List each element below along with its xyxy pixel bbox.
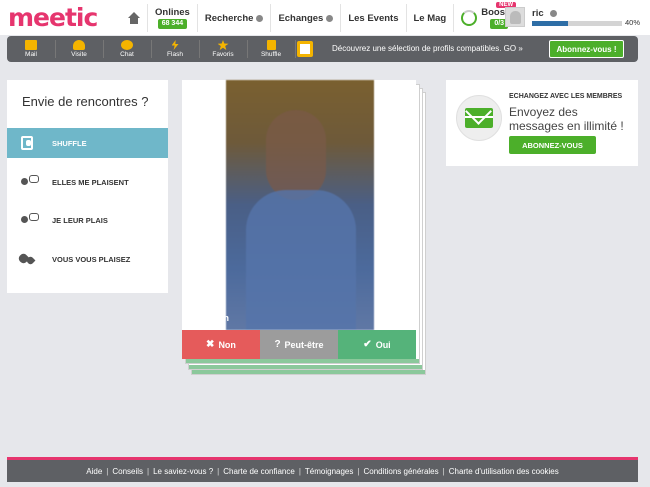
- nav-onlines[interactable]: Onlines 68 344: [147, 4, 197, 32]
- vote-no-label: Non: [218, 339, 236, 350]
- avatar[interactable]: [505, 7, 525, 27]
- vote-yes-label: Oui: [375, 339, 391, 350]
- toolbar-flash[interactable]: Flash: [151, 36, 199, 62]
- person-heart-icon: [21, 213, 39, 227]
- shuffle-icon: [266, 40, 276, 50]
- toolbar-message-link[interactable]: Découvrez une sélection de profils compa…: [332, 44, 523, 53]
- footer: Aide | Conseils | Le saviez-vous ? | Cha…: [7, 457, 638, 482]
- lightning-icon: [171, 40, 179, 50]
- toolbar-favoris[interactable]: Favoris: [199, 36, 247, 62]
- footer-link-cookies[interactable]: Charte d'utilisation des cookies: [449, 467, 559, 476]
- chat-icon: [121, 40, 133, 50]
- booster-gauge-icon: [461, 10, 478, 26]
- footer-link-temoignages[interactable]: Témoignages: [305, 467, 353, 476]
- panel-title: Envie de rencontres ?: [22, 94, 149, 109]
- menu-item-elles-me-plaisent[interactable]: ELLES ME PLAISENT: [7, 167, 168, 197]
- profile-menu[interactable]: ric 40%: [505, 7, 645, 29]
- profile-completion-text: 40%: [625, 18, 641, 27]
- mail-icon: [25, 40, 37, 50]
- toolbar-chat-label: Chat: [120, 51, 134, 58]
- footer-link-charte-confiance[interactable]: Charte de confiance: [223, 467, 295, 476]
- envelope-icon: [465, 108, 493, 128]
- menu-item-label: JE LEUR PLAIS: [52, 215, 108, 225]
- person-heart-icon: [21, 175, 39, 189]
- meetic-logo[interactable]: meetic: [8, 3, 98, 32]
- toolbar-visite-label: Visite: [71, 51, 87, 58]
- toolbar-chat[interactable]: Chat: [103, 36, 151, 62]
- home-icon: [128, 12, 140, 24]
- profile-completion-bar: [532, 21, 622, 26]
- photo-count: 4: [382, 313, 388, 323]
- vote-actions: ✖ Non ? Peut-être ✔ Oui: [182, 330, 416, 359]
- menu-item-je-leur-plais[interactable]: JE LEUR PLAIS: [7, 205, 168, 235]
- toolbar-shuffle[interactable]: Shuffle: [247, 36, 295, 62]
- nav-onlines-label: Onlines: [155, 6, 190, 18]
- chevron-down-icon: [326, 14, 334, 22]
- menu-item-vous-vous-plaisez[interactable]: VOUS VOUS PLAISEZ: [7, 244, 168, 274]
- top-header: meetic Onlines 68 344 Recherche Echanges…: [0, 0, 650, 35]
- double-heart-icon: [19, 252, 37, 266]
- nav-echanges[interactable]: Echanges: [270, 4, 340, 32]
- nav-mag-label: Le Mag: [413, 12, 447, 24]
- nav-recherche[interactable]: Recherche: [196, 4, 271, 32]
- subscribe-button[interactable]: Abonnez-vous !: [549, 40, 624, 58]
- footer-link-le-saviez-vous[interactable]: Le saviez-vous ?: [153, 467, 213, 476]
- nav-recherche-label: Recherche: [204, 12, 254, 24]
- star-icon: [217, 40, 229, 50]
- main-nav: Onlines 68 344 Recherche Echanges Les Ev…: [121, 2, 524, 32]
- vote-maybe-button[interactable]: ? Peut-être: [260, 330, 338, 359]
- toolbar-shuffle-label: Shuffle: [260, 51, 282, 58]
- nav-home[interactable]: [121, 4, 147, 32]
- toolbar-mail[interactable]: Mail: [7, 36, 55, 62]
- promo-text: Envoyez des messages en illimité !: [509, 105, 624, 133]
- rencontres-panel: Envie de rencontres ? SHUFFLE ELLES ME P…: [7, 80, 168, 293]
- profile-card[interactable]: hecatelin 4 ✖ Non ? Peut-être ✔ Oui: [182, 80, 416, 359]
- footer-link-conditions[interactable]: Conditions générales: [363, 467, 438, 476]
- chevron-down-icon[interactable]: [550, 10, 557, 17]
- toolbar-flash-label: Flash: [167, 51, 183, 58]
- menu-item-shuffle[interactable]: SHUFFLE: [7, 128, 168, 158]
- camera-icon[interactable]: [393, 311, 409, 323]
- profile-completion-fill: [532, 21, 568, 26]
- toolbar-visite[interactable]: Visite: [55, 36, 103, 62]
- onlines-count-badge: 68 344: [157, 18, 188, 29]
- chevron-down-icon: [256, 14, 264, 22]
- promo-subscribe-button[interactable]: ABONNEZ-VOUS: [509, 136, 596, 154]
- menu-item-label: ELLES ME PLAISENT: [52, 177, 129, 187]
- clipboard-icon: [297, 41, 313, 57]
- menu-item-label: SHUFFLE: [52, 138, 87, 148]
- footer-link-aide[interactable]: Aide: [86, 467, 102, 476]
- quick-toolbar: Mail Visite Chat Flash Favoris Shuffle D…: [7, 36, 638, 62]
- toolbar-favoris-label: Favoris: [212, 51, 234, 58]
- subscription-promo: ECHANGEZ AVEC LES MEMBRES Envoyez des me…: [446, 80, 638, 166]
- nav-echanges-label: Echanges: [278, 12, 324, 24]
- promo-heading: ECHANGEZ AVEC LES MEMBRES: [509, 93, 623, 100]
- profile-photo[interactable]: [226, 80, 374, 330]
- username[interactable]: ric: [532, 8, 544, 19]
- vote-maybe-label: Peut-être: [284, 339, 324, 350]
- nav-mag[interactable]: Le Mag: [405, 4, 454, 32]
- cards-icon: [21, 136, 33, 150]
- check-icon: ✔: [363, 339, 372, 350]
- nav-events-label: Les Events: [348, 12, 399, 24]
- close-icon: ✖: [206, 339, 215, 350]
- profile-name[interactable]: hecatelin: [190, 313, 229, 323]
- envelope-icon-circle: [456, 95, 502, 141]
- question-icon: ?: [274, 339, 281, 350]
- nav-events[interactable]: Les Events: [340, 4, 405, 32]
- footer-link-conseils[interactable]: Conseils: [112, 467, 143, 476]
- visitor-icon: [73, 40, 85, 50]
- toolbar-mail-label: Mail: [25, 51, 37, 58]
- vote-no-button[interactable]: ✖ Non: [182, 330, 260, 359]
- vote-yes-button[interactable]: ✔ Oui: [338, 330, 416, 359]
- menu-item-label: VOUS VOUS PLAISEZ: [52, 254, 131, 264]
